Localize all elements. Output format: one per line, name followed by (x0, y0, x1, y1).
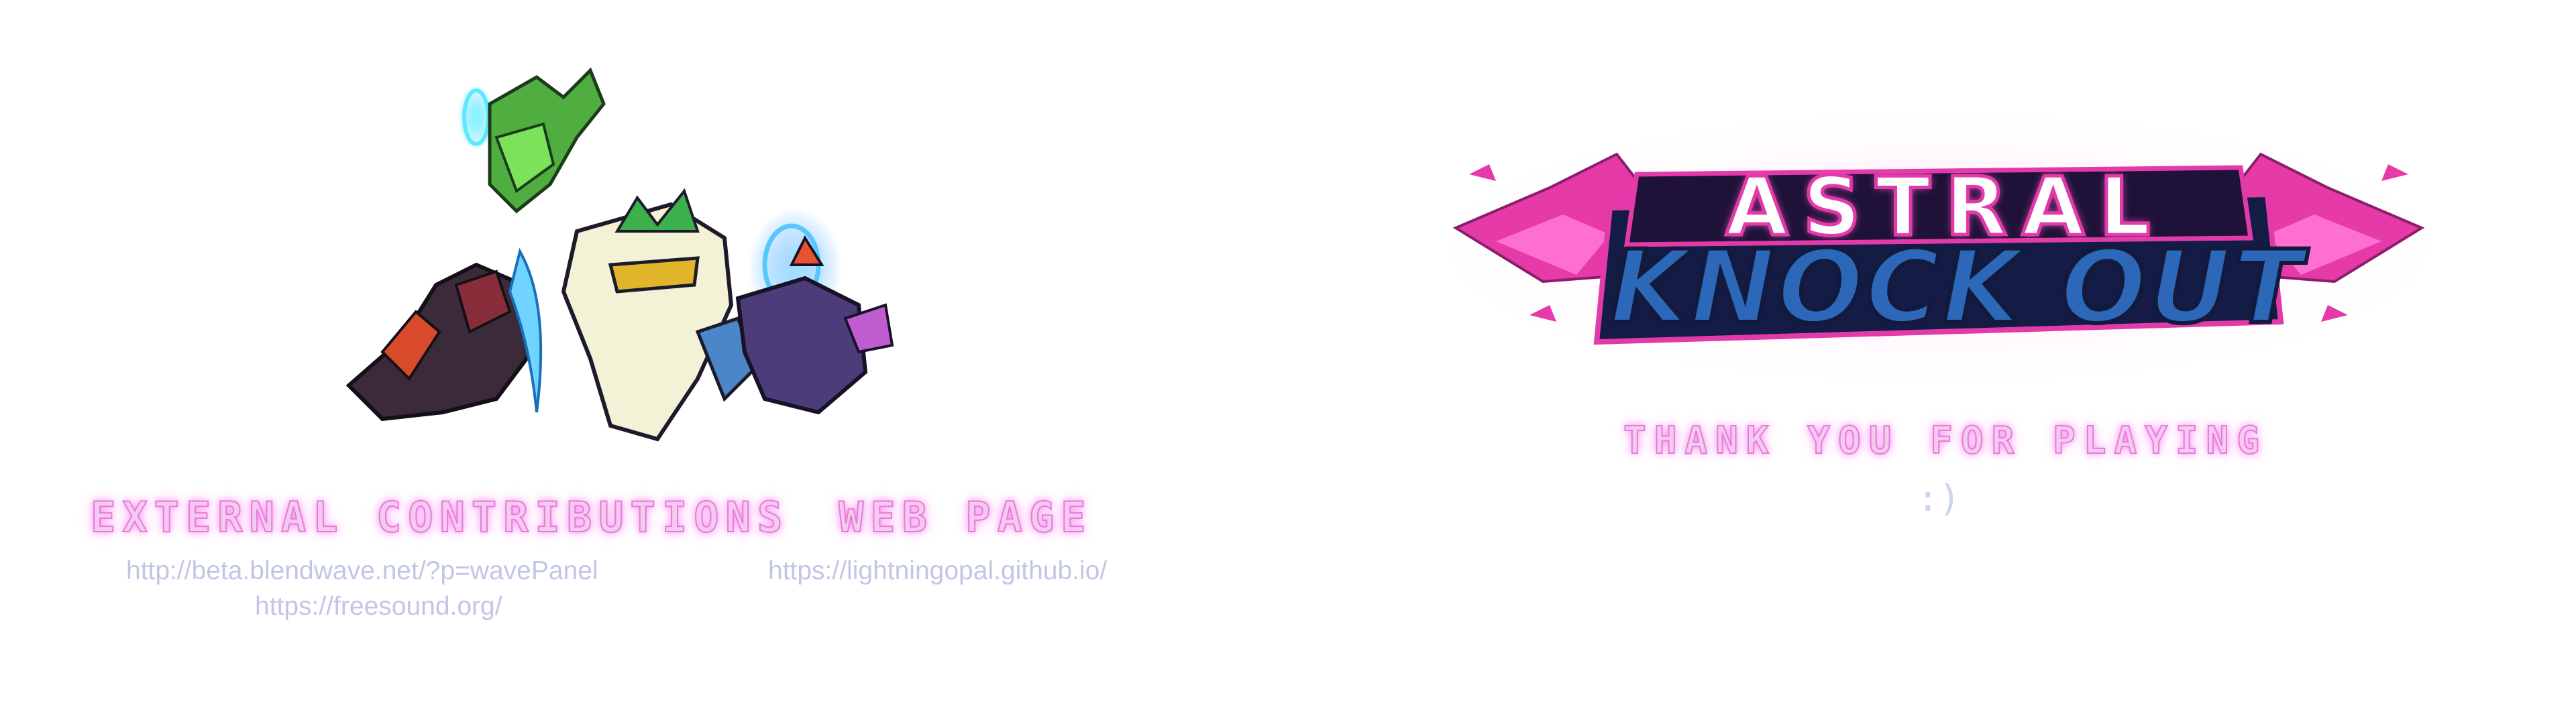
freesound-link[interactable]: https://freesound.org/ (255, 592, 502, 621)
game-logo: ASTRAL KNOCK OUT (1442, 101, 2435, 382)
blendwave-link[interactable]: http://beta.blendwave.net/?p=wavePanel (126, 556, 598, 586)
external-contributions-heading: EXTERNAL CONTRIBUTIONS (90, 492, 790, 542)
characters-artwork (345, 67, 894, 442)
thank-you-message: THANK YOU FOR PLAYING (1623, 418, 2268, 463)
github-page-link[interactable]: https://lightningopal.github.io/ (768, 556, 1107, 586)
logo-title-line2: KNOCK OUT (1608, 227, 2305, 348)
smiley: :) (1917, 477, 1961, 520)
web-page-heading: WEB PAGE (838, 492, 1093, 542)
credits-screen: EXTERNAL CONTRIBUTIONS http://beta.blend… (0, 0, 2576, 724)
